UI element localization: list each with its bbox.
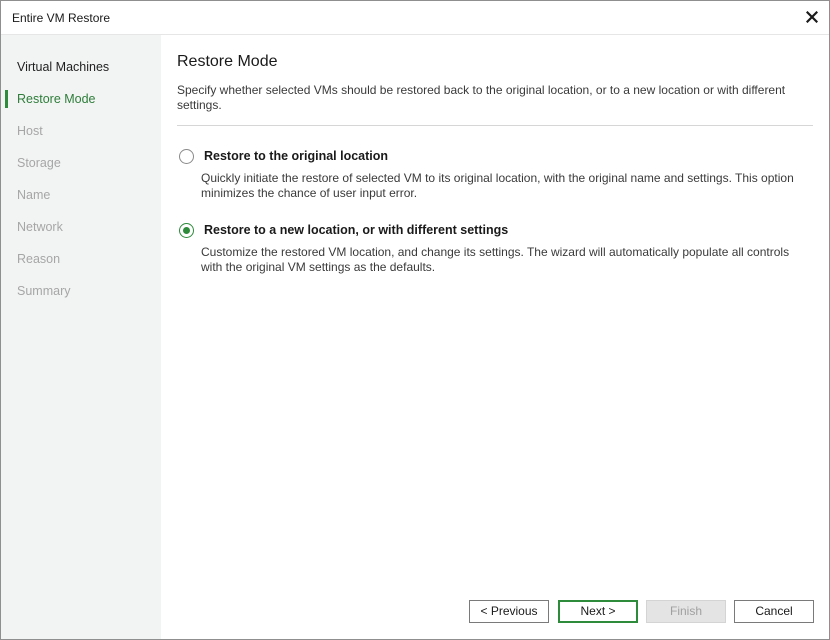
next-button[interactable]: Next > <box>558 600 638 623</box>
step-label: Storage <box>17 156 61 170</box>
option-description: Customize the restored VM location, and … <box>201 245 790 274</box>
header-divider <box>177 125 813 126</box>
wizard-steps-sidebar: Virtual Machines Restore Mode Host Stora… <box>1 35 161 639</box>
step-summary: Summary <box>1 280 161 302</box>
window-title: Entire VM Restore <box>12 11 111 25</box>
cancel-button[interactable]: Cancel <box>734 600 814 623</box>
wizard-content: Restore Mode Specify whether selected VM… <box>161 35 829 639</box>
step-label: Virtual Machines <box>17 60 110 74</box>
step-restore-mode[interactable]: Restore Mode <box>1 88 161 110</box>
option-label[interactable]: Restore to a new location, or with diffe… <box>204 223 508 237</box>
wizard-window: Entire VM Restore Virtual Machines Resto… <box>0 0 830 640</box>
step-label: Summary <box>17 284 71 298</box>
step-network: Network <box>1 216 161 238</box>
step-host: Host <box>1 120 161 142</box>
close-icon <box>806 11 818 23</box>
title-bar: Entire VM Restore <box>1 1 829 35</box>
step-label: Name <box>17 188 51 202</box>
step-storage: Storage <box>1 152 161 174</box>
step-name: Name <box>1 184 161 206</box>
page-title: Restore Mode <box>177 53 278 70</box>
option-label[interactable]: Restore to the original location <box>204 149 388 163</box>
close-button[interactable] <box>801 6 823 28</box>
option-description: Quickly initiate the restore of selected… <box>201 171 794 200</box>
radio-original-location[interactable] <box>179 149 194 164</box>
step-label: Restore Mode <box>17 92 96 106</box>
page-description: Specify whether selected VMs should be r… <box>177 83 786 112</box>
step-label: Network <box>17 220 63 234</box>
previous-button[interactable]: < Previous <box>469 600 549 623</box>
finish-button: Finish <box>646 600 726 623</box>
step-reason: Reason <box>1 248 161 270</box>
radio-new-location[interactable] <box>179 223 194 238</box>
step-label: Reason <box>17 252 61 266</box>
step-label: Host <box>17 124 43 138</box>
step-virtual-machines[interactable]: Virtual Machines <box>1 56 161 78</box>
